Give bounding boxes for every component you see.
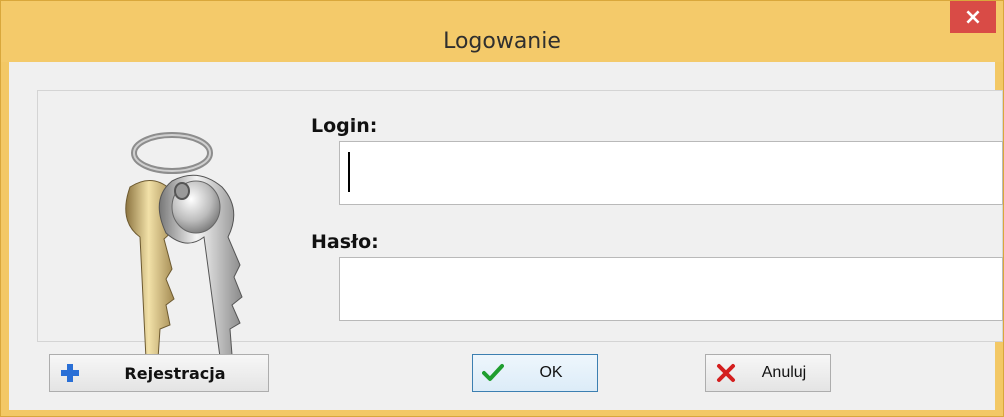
password-label: Hasło: [311,231,379,253]
plus-icon [50,363,90,383]
checkmark-icon [473,363,513,383]
login-dialog: Logowanie × Login: Hasło: Rejestracja OK… [0,0,1004,417]
cancel-button-label: Anuluj [761,364,807,381]
login-label: Login: [311,115,378,137]
text-caret [348,152,350,192]
ok-button-label: OK [539,364,563,381]
password-input[interactable] [340,258,1002,320]
x-icon [706,363,746,383]
ok-button[interactable]: OK [472,354,598,392]
close-button[interactable]: × [950,1,996,33]
window-title: Logowanie [443,29,561,54]
keys-icon [125,132,243,360]
password-field[interactable] [339,257,1003,321]
login-input[interactable] [340,142,1002,204]
close-icon: × [963,4,983,30]
login-field[interactable] [339,141,1003,205]
register-button-label: Rejestracja [124,363,226,383]
credentials-panel: Login: Hasło: [37,90,1003,360]
register-button[interactable]: Rejestracja [49,354,269,392]
cancel-button[interactable]: Anuluj [705,354,831,392]
dialog-client-area: Login: Hasło: Rejestracja OK Anuluj [9,62,1003,410]
title-bar[interactable]: Logowanie × [1,1,1003,62]
